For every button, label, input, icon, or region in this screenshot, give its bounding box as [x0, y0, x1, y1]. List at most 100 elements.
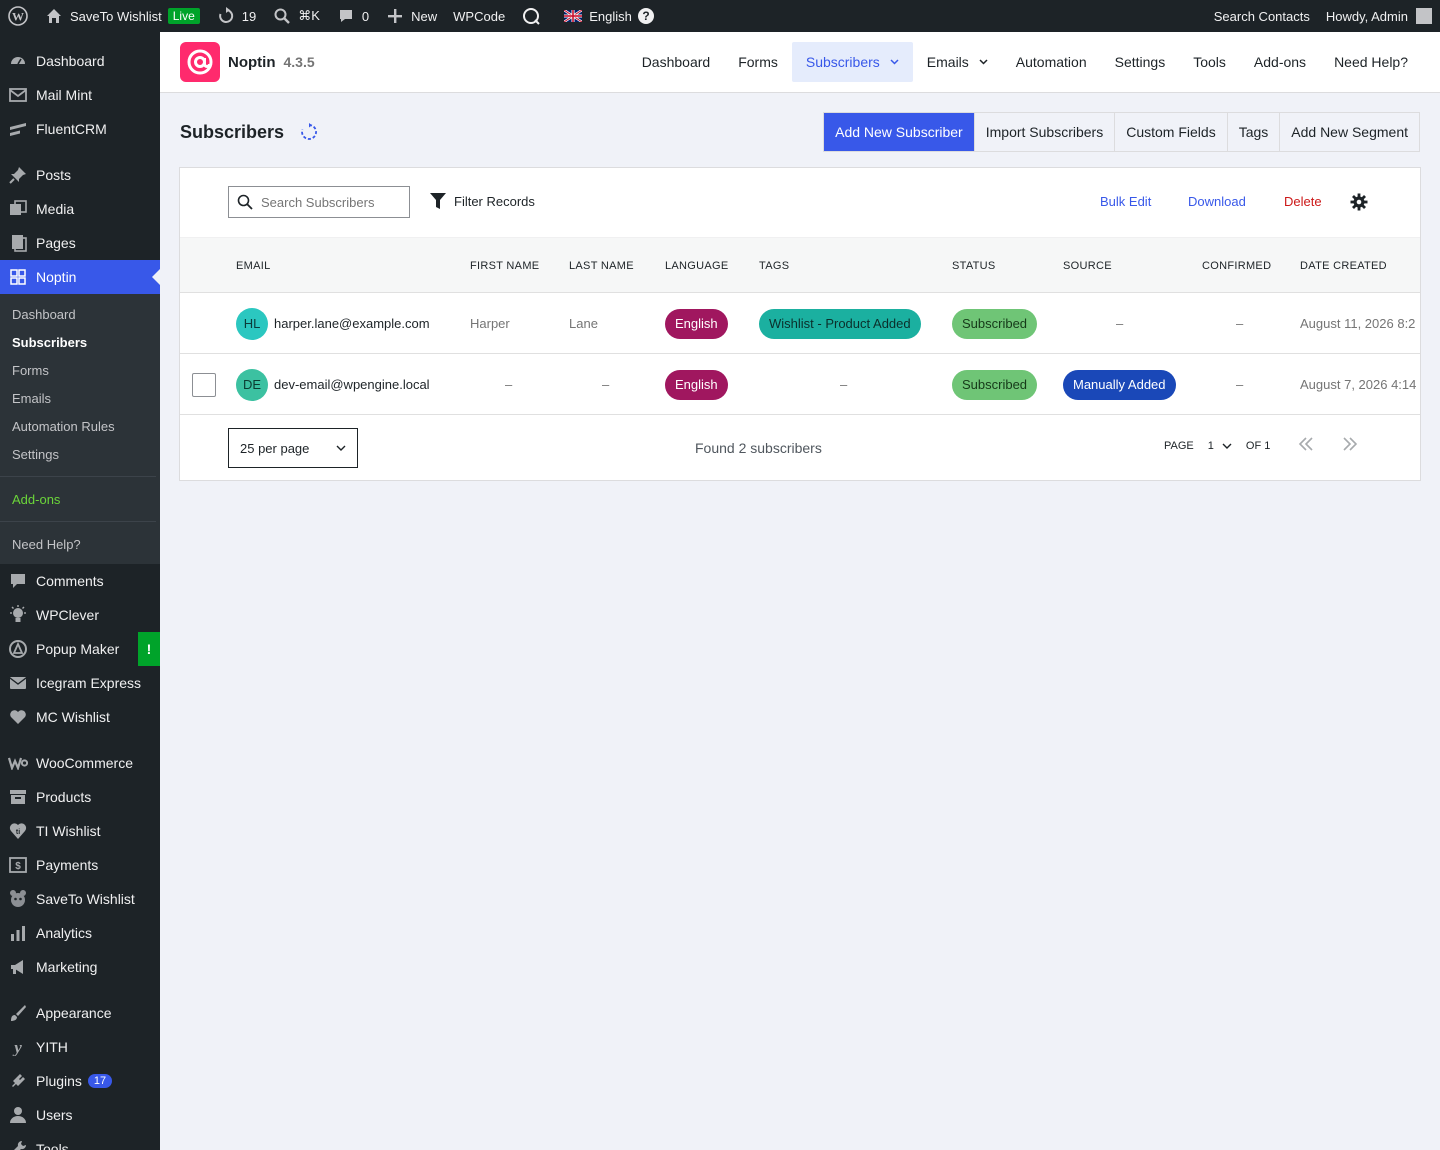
nav-emails[interactable]: Emails [913, 42, 1002, 82]
delete-button[interactable]: Delete [1284, 194, 1322, 209]
nav-label: Forms [738, 54, 778, 70]
svg-text:$: $ [15, 861, 21, 872]
yith-icon: y [8, 1037, 28, 1057]
sidebar-item-ti-wishlist[interactable]: ti TI Wishlist [0, 814, 160, 848]
sidebar-item-media[interactable]: Media [0, 192, 160, 226]
add-new-subscriber-button[interactable]: Add New Subscriber [824, 113, 974, 151]
chevron-down-icon [336, 445, 346, 451]
nav-automation[interactable]: Automation [1002, 42, 1101, 82]
nav-label: Settings [1114, 54, 1166, 70]
sidebar-item-marketing[interactable]: Marketing [0, 950, 160, 984]
language-switcher[interactable]: English ? [555, 0, 664, 32]
column-header-status[interactable]: STATUS [952, 260, 996, 272]
table-row[interactable]: DE dev-email@wpengine.local – – English … [180, 354, 1420, 415]
tag-badge: Wishlist - Product Added [759, 308, 921, 339]
sidebar-item-payments[interactable]: $ Payments [0, 848, 160, 882]
sidebar-item-plugins[interactable]: Plugins 17 [0, 1064, 160, 1098]
sidebar-item-analytics[interactable]: Analytics [0, 916, 160, 950]
nav-label: Automation [1015, 54, 1087, 70]
sidebar-item-popup-maker[interactable]: Popup Maker! [0, 632, 160, 666]
sidebar-item-saveto-wishlist[interactable]: SaveTo Wishlist [0, 882, 160, 916]
submenu-dashboard[interactable]: Dashboard [0, 300, 160, 328]
column-header-confirmed[interactable]: CONFIRMED [1202, 260, 1271, 272]
sidebar-item-tools[interactable]: Tools [0, 1132, 160, 1150]
column-header-source[interactable]: SOURCE [1063, 260, 1112, 272]
sidebar-item-users[interactable]: Users [0, 1098, 160, 1132]
submenu-settings[interactable]: Settings [0, 440, 160, 468]
site-name-link[interactable]: SaveTo Wishlist Live [36, 0, 208, 32]
submenu-addons[interactable]: Add-ons [0, 485, 160, 513]
submenu-need-help[interactable]: Need Help? [0, 530, 160, 558]
comments-link[interactable]: 0 [328, 0, 377, 32]
column-header-email[interactable]: EMAIL [236, 260, 271, 272]
sidebar-item-mail-mint[interactable]: Mail Mint [0, 78, 160, 112]
my-account-link[interactable]: Howdy, Admin [1318, 0, 1440, 32]
gear-icon[interactable] [1350, 193, 1368, 211]
last-page-icon[interactable] [1342, 435, 1358, 456]
page-number-select[interactable]: 1 [1208, 440, 1214, 452]
search-input[interactable] [261, 194, 401, 210]
ai-assistant-link[interactable] [513, 0, 555, 32]
add-new-segment-button[interactable]: Add New Segment [1279, 113, 1419, 151]
tags-button[interactable]: Tags [1226, 113, 1280, 151]
column-header-tags[interactable]: TAGS [759, 260, 789, 272]
refresh-icon[interactable] [300, 123, 318, 141]
nav-need-help[interactable]: Need Help? [1320, 42, 1422, 82]
svg-text:y: y [12, 1038, 22, 1056]
wpcode-link[interactable]: WPCode [445, 0, 513, 32]
search-contacts-link[interactable]: Search Contacts [1206, 0, 1318, 32]
sidebar-item-label: Products [36, 789, 92, 805]
sidebar-item-yith[interactable]: y YITH [0, 1030, 160, 1064]
chevron-down-icon[interactable] [1222, 443, 1232, 449]
download-button[interactable]: Download [1188, 194, 1246, 209]
new-content-link[interactable]: New [377, 0, 445, 32]
command-palette-link[interactable]: ⌘K [264, 0, 328, 32]
sidebar-item-noptin[interactable]: Noptin [0, 260, 160, 294]
nav-subscribers[interactable]: Subscribers [791, 42, 913, 82]
pin-icon [8, 165, 28, 185]
filter-records-button[interactable]: Filter Records [430, 192, 535, 210]
import-subscribers-button[interactable]: Import Subscribers [973, 113, 1115, 151]
bulk-edit-button[interactable]: Bulk Edit [1100, 194, 1151, 209]
sidebar-item-posts[interactable]: Posts [0, 158, 160, 192]
table-row[interactable]: HL harper.lane@example.com Harper Lane E… [180, 293, 1420, 354]
sidebar-item-wpclever[interactable]: WPClever [0, 598, 160, 632]
subscriber-email[interactable]: harper.lane@example.com [274, 316, 430, 331]
noptin-logo[interactable] [180, 42, 220, 82]
subscriber-email[interactable]: dev-email@wpengine.local [274, 377, 430, 392]
updates-link[interactable]: 19 [208, 0, 264, 32]
column-header-date-created[interactable]: DATE CREATED [1300, 260, 1387, 272]
sidebar-item-appearance[interactable]: Appearance [0, 996, 160, 1030]
sidebar-item-dashboard[interactable]: Dashboard [0, 44, 160, 78]
row-checkbox[interactable] [192, 372, 216, 397]
sidebar-item-comments[interactable]: Comments [0, 564, 160, 598]
brush-icon [8, 1003, 28, 1023]
nav-add-ons[interactable]: Add-ons [1240, 42, 1320, 82]
updates-count: 19 [241, 8, 257, 24]
date-created-cell: August 11, 2026 8:2 [1300, 316, 1416, 331]
sidebar-item-products[interactable]: Products [0, 780, 160, 814]
sidebar-item-icegram-express[interactable]: Icegram Express [0, 666, 160, 700]
column-header-language[interactable]: LANGUAGE [665, 260, 729, 272]
avatar [1416, 8, 1432, 24]
column-header-first-name[interactable]: FIRST NAME [470, 260, 539, 272]
chevron-down-icon [890, 57, 899, 68]
nav-dashboard[interactable]: Dashboard [628, 42, 725, 82]
first-page-icon[interactable] [1298, 435, 1314, 456]
column-header-last-name[interactable]: LAST NAME [569, 260, 634, 272]
sidebar-item-fluentcrm[interactable]: FluentCRM [0, 112, 160, 146]
nav-settings[interactable]: Settings [1101, 42, 1180, 82]
submenu-emails[interactable]: Emails [0, 384, 160, 412]
submenu-forms[interactable]: Forms [0, 356, 160, 384]
submenu-subscribers[interactable]: Subscribers [0, 328, 160, 356]
wordpress-logo[interactable]: W [0, 0, 36, 32]
sidebar-item-pages[interactable]: Pages [0, 226, 160, 260]
submenu-automation-rules[interactable]: Automation Rules [0, 412, 160, 440]
sidebar-item-mc-wishlist[interactable]: MC Wishlist [0, 700, 160, 734]
last-name-cell: Lane [569, 316, 598, 331]
nav-tools[interactable]: Tools [1179, 42, 1240, 82]
custom-fields-button[interactable]: Custom Fields [1114, 113, 1227, 151]
sidebar-item-woocommerce[interactable]: WooCommerce [0, 746, 160, 780]
per-page-select[interactable]: 25 per page [228, 428, 358, 468]
nav-forms[interactable]: Forms [724, 42, 792, 82]
